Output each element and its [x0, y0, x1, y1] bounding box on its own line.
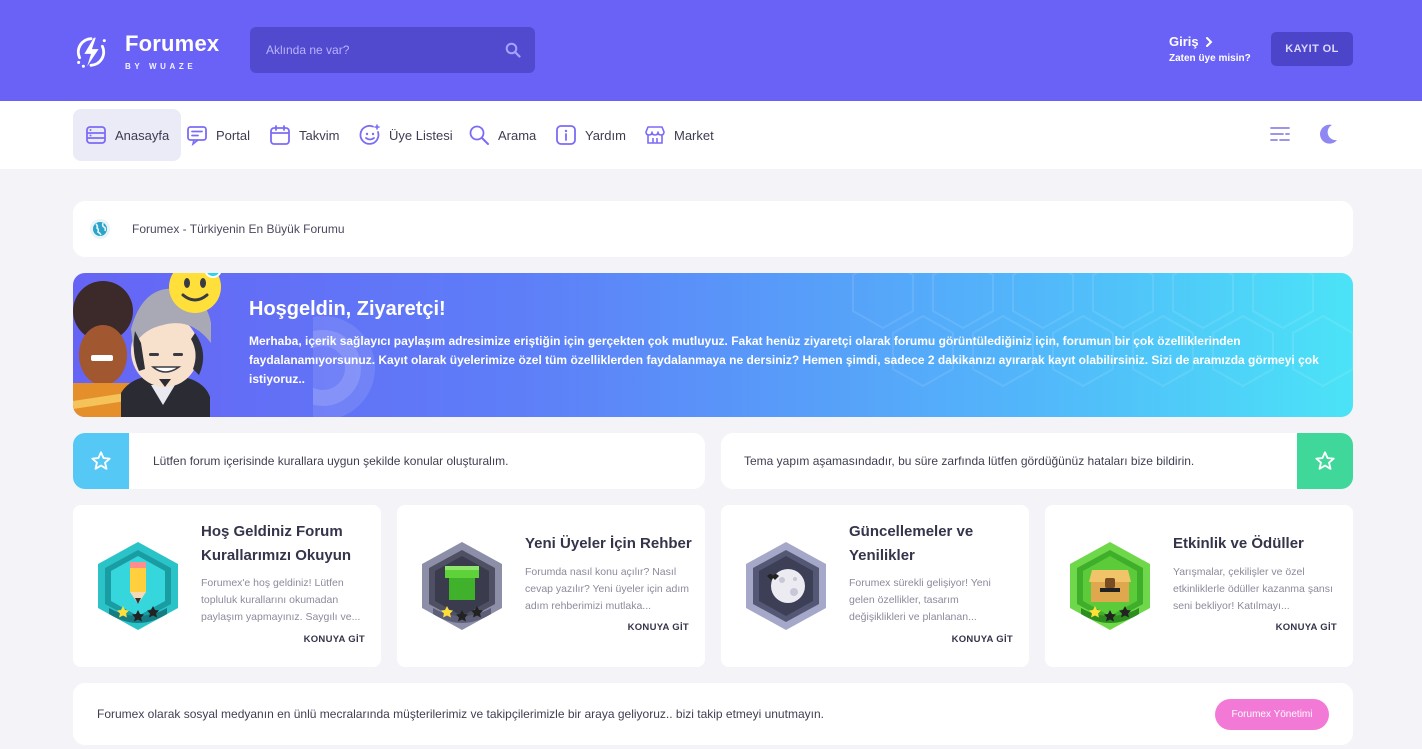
search-box [250, 27, 535, 73]
home-icon [86, 126, 106, 144]
nav-label: Arama [498, 127, 537, 143]
card-description: Forumda nasıl konu açılır? Nasıl cevap y… [525, 566, 690, 612]
card-description: Forumex sürekli gelişiyor! Yeni gelen öz… [849, 577, 991, 623]
nav-item-market[interactable]: Market [632, 109, 726, 161]
card-description: Yarışmalar, çekilişler ve özel etkinlikl… [1173, 566, 1333, 612]
pencil-badge-icon [98, 542, 178, 630]
topic-card: Güncellemeler ve Yenilikler Forumex süre… [721, 505, 1029, 667]
notice-badge [1297, 433, 1353, 489]
card-description: Forumex'e hoş geldiniz! Lütfen topluluk … [201, 577, 361, 623]
search-icon [469, 125, 489, 145]
welcome-banner: Hoşgeldin, Ziyaretçi! Merhaba, içerik sa… [73, 273, 1353, 417]
search-input[interactable] [266, 43, 505, 57]
brand-subtitle: BY WUAZE [125, 61, 197, 71]
nav-label: Yardım [585, 127, 626, 143]
notice-badge [73, 433, 129, 489]
menu-lines-icon[interactable] [1269, 123, 1291, 145]
globe-icon [90, 219, 110, 239]
pipe-badge-icon [422, 542, 502, 630]
nav-label: Takvim [299, 127, 340, 143]
star-icon [91, 451, 111, 470]
welcome-text: Merhaba, içerik sağlayıcı paylaşım adres… [249, 334, 1319, 386]
nav-item-takvim[interactable]: Takvim [257, 109, 351, 161]
footer-text: Forumex olarak sosyal medyanın en ünlü m… [97, 707, 824, 721]
search-icon[interactable] [505, 42, 521, 58]
social-footer: Forumex olarak sosyal medyanın en ünlü m… [73, 683, 1353, 745]
nav-label: Üye Listesi [389, 127, 453, 143]
breadcrumb-text[interactable]: Forumex - Türkiyenin En Büyük Forumu [132, 222, 345, 236]
top-header: Forumex BY WUAZE Giriş Zaten üye misin? … [0, 0, 1422, 101]
notice-text: Tema yapım aşamasındadır, bu süre zarfın… [744, 454, 1195, 468]
members-icon [359, 124, 380, 145]
nav-item-uye-listesi[interactable]: Üye Listesi [347, 109, 465, 161]
notice-text: Lütfen forum içerisinde kurallara uygun … [153, 454, 509, 468]
chest-badge-icon [1070, 542, 1150, 630]
portal-icon [187, 126, 207, 146]
topic-card: Hoş Geldiniz Forum Kurallarımızı Okuyun … [73, 505, 381, 667]
card-title[interactable]: Etkinlik ve Ödüller [1173, 532, 1343, 556]
breadcrumb: Forumex - Türkiyenin En Büyük Forumu [73, 201, 1353, 257]
moon-icon[interactable] [1317, 123, 1339, 145]
card-link[interactable]: KONUYA GİT [1276, 622, 1337, 633]
logo[interactable]: Forumex BY WUAZE [72, 30, 242, 74]
market-icon [645, 126, 665, 144]
nav-label: Portal [216, 127, 250, 143]
nav-item-anasayfa[interactable]: Anasayfa [73, 109, 182, 161]
star-icon [1315, 451, 1335, 470]
card-link[interactable]: KONUYA GİT [628, 622, 689, 633]
login-title: Giriş [1169, 34, 1199, 49]
mascot-illustration [73, 273, 222, 417]
notice-bugs: Tema yapım aşamasındadır, bu süre zarfın… [721, 433, 1353, 489]
forumex-admin-button[interactable]: Forumex Yönetimi [1215, 699, 1329, 730]
card-title[interactable]: Yeni Üyeler İçin Rehber [525, 532, 695, 556]
nav-item-arama[interactable]: Arama [456, 109, 548, 161]
welcome-title: Hoşgeldin, Ziyaretçi! [249, 298, 446, 320]
chevron-right-icon [1205, 36, 1213, 47]
card-title[interactable]: Hoş Geldiniz Forum Kurallarımızı Okuyun [201, 520, 371, 568]
card-title[interactable]: Güncellemeler ve Yenilikler [849, 520, 1019, 568]
login-subtitle: Zaten üye misin? [1169, 53, 1251, 64]
nav-item-yardim[interactable]: Yardım [543, 109, 638, 161]
main-nav: Anasayfa Portal Takvim Üye Listesi Arama… [0, 101, 1422, 169]
help-icon [556, 125, 576, 145]
card-link[interactable]: KONUYA GİT [304, 634, 365, 645]
brand-name: Forumex [125, 30, 220, 56]
nav-label: Anasayfa [115, 127, 170, 143]
nav-item-portal[interactable]: Portal [174, 109, 262, 161]
notice-rules: Lütfen forum içerisinde kurallara uygun … [73, 433, 705, 489]
moon-badge-icon [746, 542, 826, 630]
register-button[interactable]: KAYIT OL [1271, 32, 1353, 66]
lightning-logo-icon [76, 37, 106, 68]
topic-card: Yeni Üyeler İçin Rehber Forumda nasıl ko… [397, 505, 705, 667]
topic-card: Etkinlik ve Ödüller Yarışmalar, çekilişl… [1045, 505, 1353, 667]
calendar-icon [270, 125, 290, 145]
login-link[interactable]: Giriş Zaten üye misin? [1169, 34, 1251, 64]
card-link[interactable]: KONUYA GİT [952, 634, 1013, 645]
nav-label: Market [674, 127, 714, 143]
